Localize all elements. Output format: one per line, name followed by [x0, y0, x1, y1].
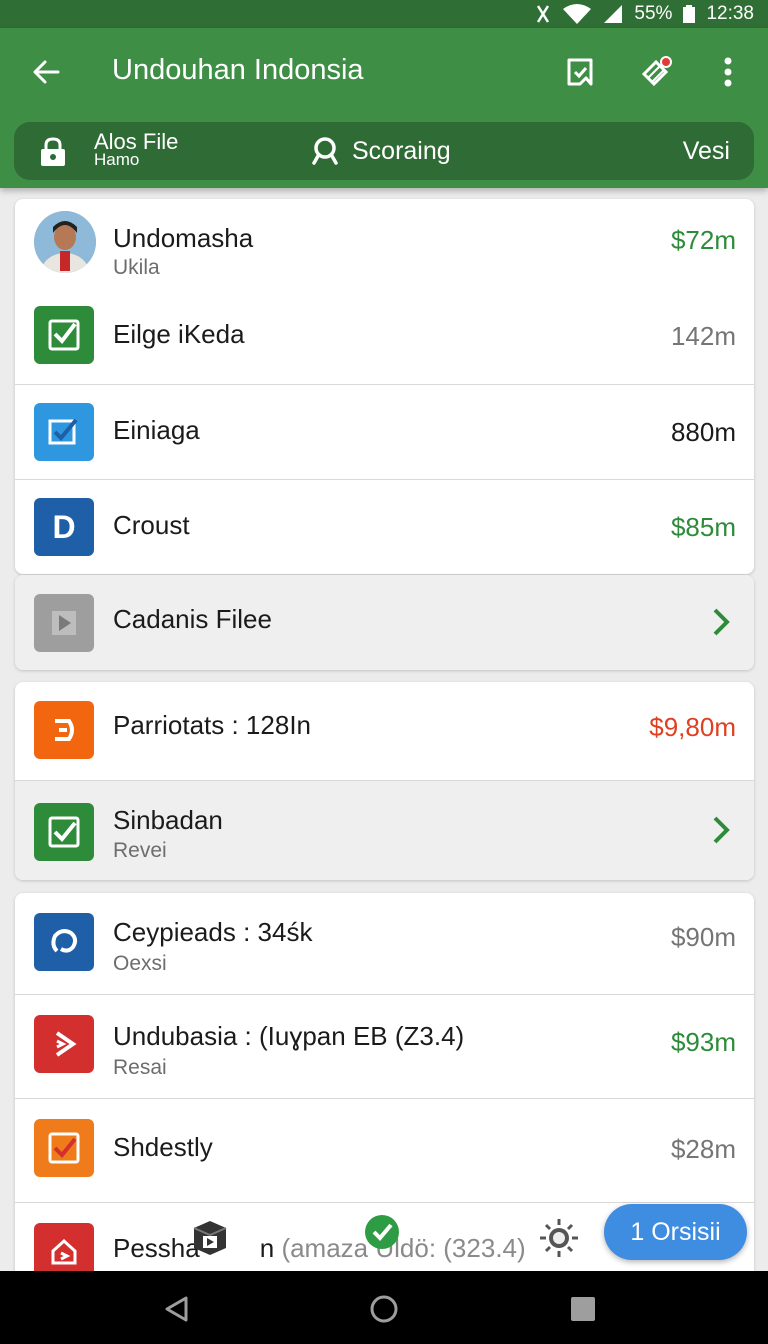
vesi-button[interactable]: Vesi [683, 122, 730, 180]
file-label[interactable]: Alos File [94, 131, 178, 153]
item-title: Cadanis Filee [113, 604, 272, 634]
red-doc-icon [34, 1015, 94, 1073]
item-subtitle: Revei [113, 839, 167, 862]
brightness-icon[interactable] [537, 1216, 581, 1260]
clock: 12:38 [706, 3, 754, 24]
item-title: Croust [113, 510, 190, 540]
list-item[interactable]: D Croust $85m [15, 479, 754, 574]
list-item[interactable]: Eilge iKeda 142m [15, 289, 754, 384]
item-title: Shdestly [113, 1132, 213, 1162]
item-value: 880m [670, 417, 736, 447]
item-subtitle: Ukila [113, 256, 160, 279]
list-item[interactable]: Undubasia : (Iuɣpan EB (Z3.4) Resai $93m [15, 994, 754, 1098]
list-item[interactable]: Sinbadan Revei [15, 780, 754, 880]
satellite-icon [641, 56, 672, 87]
file-sublabel: Hamo [94, 150, 140, 169]
battery-icon [682, 4, 696, 24]
list-item[interactable]: Shdestly $28m [15, 1098, 754, 1202]
item-subtitle: Oexsi [113, 952, 167, 975]
item-title: Einiaga [113, 415, 200, 445]
item-title-suffix: n [259, 1233, 275, 1263]
sub-toolbar: Alos File Hamo Scoraing Vesi [14, 122, 754, 180]
item-title: Sinbadan [113, 805, 223, 835]
signal-icon [602, 3, 624, 25]
app-bar: Undouhan Indonsia Alos File Hamo Scorain… [0, 28, 768, 188]
list-item[interactable]: Undomasha Ukila $72m [15, 199, 754, 289]
list-item[interactable]: Cadanis Filee [15, 575, 754, 670]
red-home-doc-icon [34, 1223, 94, 1271]
arrow-left-icon [33, 60, 60, 84]
item-title: Eilge iKeda [113, 319, 245, 349]
page-title: Undouhan Indonsia [112, 54, 364, 86]
status-bar: 55% 12:38 [0, 0, 768, 28]
circle-home-icon [370, 1295, 398, 1323]
bookmark-icon [567, 58, 593, 86]
check-doc-icon [34, 306, 94, 364]
chevron-right-icon [713, 816, 730, 844]
d-letter-icon: D [34, 498, 94, 556]
battery-percent: 55% [634, 3, 673, 24]
more-vert-icon [724, 57, 732, 87]
list-item[interactable]: Einiaga 880m [15, 384, 754, 479]
satellite-button[interactable] [634, 50, 678, 94]
orange-check-icon [34, 1119, 94, 1177]
triangle-back-icon [165, 1296, 188, 1322]
item-title: Parriotats : 128In [113, 710, 311, 740]
vibrate-icon [534, 4, 552, 24]
list-card-2: Cadanis Filee [15, 575, 754, 670]
item-value: $72m [670, 225, 736, 255]
item-value: $28m [670, 1134, 736, 1164]
chevron-right-icon [713, 608, 730, 636]
square-recents-icon [571, 1297, 595, 1321]
lock-icon [38, 136, 68, 173]
list-item[interactable]: Parriotats : 128In $9,80m [15, 682, 754, 780]
media-box-icon[interactable] [190, 1218, 230, 1258]
item-value: $90m [670, 922, 736, 952]
item-title: Undubasia : (Iuɣpan EB (Z3.4) [113, 1021, 465, 1051]
item-title: Pessha n (amaza Uldö: (323.4) [113, 1233, 526, 1264]
wifi-icon [562, 3, 592, 25]
orange-doc-icon [34, 701, 94, 759]
nav-recents-button[interactable] [563, 1289, 603, 1329]
search-icon [312, 137, 338, 165]
item-title: Undomasha [113, 223, 254, 253]
item-value: $85m [670, 512, 736, 542]
more-button[interactable] [706, 50, 750, 94]
avatar [34, 211, 96, 273]
scoring-button[interactable]: Scoraing [310, 122, 451, 180]
item-title: Ceypieads : 34śk [113, 917, 313, 947]
orsisii-fab[interactable]: 1 Orsisii [604, 1204, 747, 1260]
nav-back-button[interactable] [157, 1289, 197, 1329]
green-check-icon [34, 803, 94, 861]
scoring-label: Scoraing [352, 136, 451, 165]
item-value: $9,80m [649, 712, 736, 742]
list-card-3: Parriotats : 128In $9,80m Sinbadan Revei [15, 682, 754, 880]
system-nav-bar [0, 1271, 768, 1344]
item-subtitle: Resai [113, 1056, 167, 1079]
play-doc-icon [34, 594, 94, 652]
item-value: 142m [670, 321, 736, 351]
back-button[interactable] [26, 52, 66, 92]
blue-check-doc-icon [34, 403, 94, 461]
verified-check-icon [364, 1214, 400, 1250]
list-item[interactable]: Ceypieads : 34śk Oexsi $90m [15, 893, 754, 994]
bookmark-button[interactable] [558, 50, 602, 94]
nav-home-button[interactable] [364, 1289, 404, 1329]
blue-circle-icon [34, 913, 94, 971]
item-title-main: Pessha [113, 1233, 200, 1263]
item-extra: (amaza Uldö: (323.4) [281, 1233, 526, 1263]
item-value: $93m [670, 1027, 736, 1057]
list-card-1: Undomasha Ukila $72m Eilge iKeda 142m Ei… [15, 199, 754, 574]
